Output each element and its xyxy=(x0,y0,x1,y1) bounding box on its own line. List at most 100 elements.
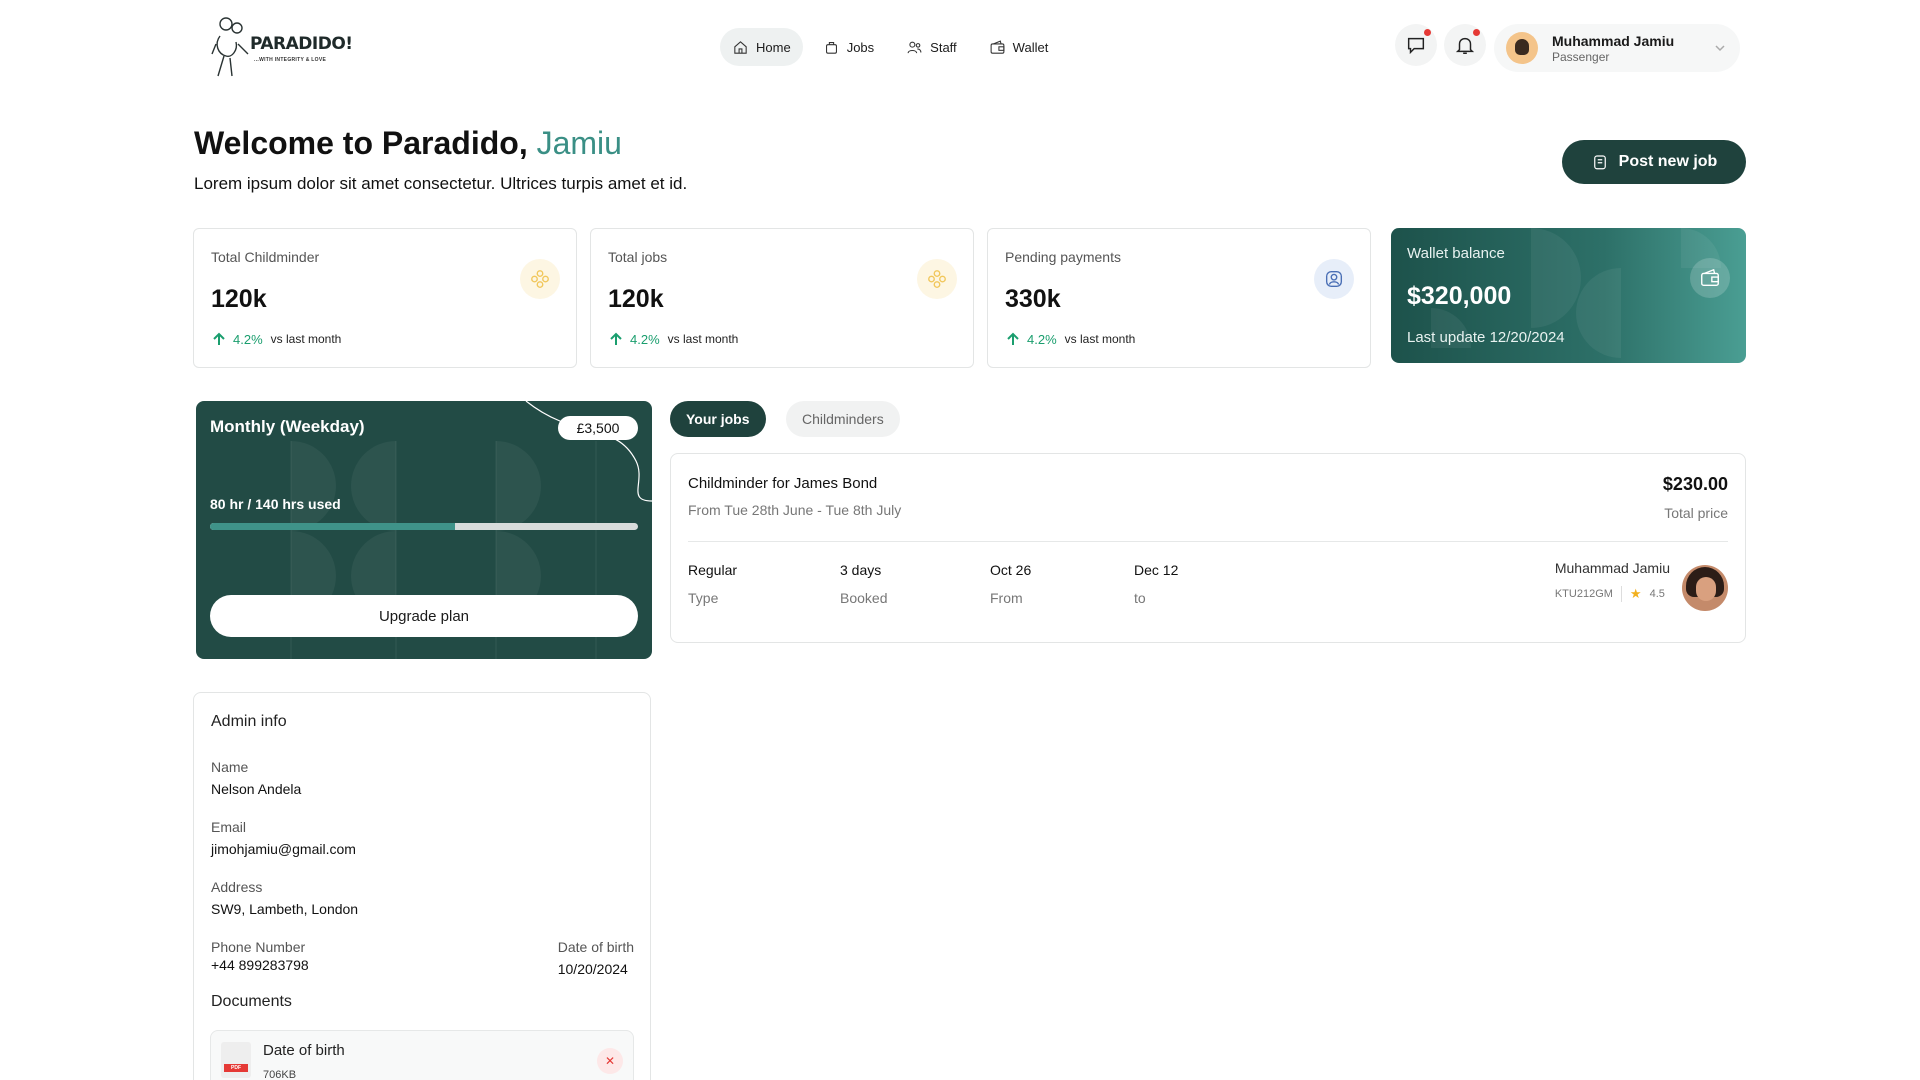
job-detail-value: Regular xyxy=(688,562,738,578)
brand-tagline: ...WITH INTEGRITY & LOVE xyxy=(254,57,327,63)
field-value: Nelson Andela xyxy=(211,781,302,797)
tab-your-jobs[interactable]: Your jobs xyxy=(670,401,766,437)
admin-field-email: Email jimohjamiu@gmail.com xyxy=(211,819,356,857)
wallet-balance-card: Wallet balance $320,000 Last update 12/2… xyxy=(1391,228,1746,363)
assignee-rating: 4.5 xyxy=(1649,588,1665,600)
field-value: +44 899283798 xyxy=(211,957,309,973)
arrow-up-icon xyxy=(1007,332,1019,345)
job-detail-type: Regular Type xyxy=(688,562,737,606)
stat-period: vs last month xyxy=(1064,332,1136,346)
job-detail-from: Oct 26 From xyxy=(990,562,1031,606)
stat-card-pending-payments: Pending payments 330k 4.2% vs last month xyxy=(987,228,1371,368)
admin-field-address: Address SW9, Lambeth, London xyxy=(211,879,358,917)
stat-change: 4.2% xyxy=(630,331,660,347)
nav-wallet-label: Wallet xyxy=(1012,39,1049,55)
page-title: Welcome to Paradido, Jamiu xyxy=(194,125,622,162)
divider xyxy=(1620,586,1622,602)
admin-info-heading: Admin info xyxy=(211,713,287,730)
admin-field-name: Name Nelson Andela xyxy=(211,759,301,797)
stat-trend: 4.2% vs last month xyxy=(211,331,341,347)
stat-label: Total jobs xyxy=(608,249,668,265)
flower-icon xyxy=(917,259,957,299)
nav-staff-label: Staff xyxy=(930,39,957,55)
stat-value: 120k xyxy=(608,285,664,313)
assignee-name: Muhammad Jamiu xyxy=(1554,560,1670,576)
nav-jobs[interactable]: Jobs xyxy=(811,28,886,66)
admin-field-phone: Phone Number +44 899283798 xyxy=(211,939,309,973)
assignee-code: KTU212GM xyxy=(1554,588,1613,600)
upgrade-plan-button[interactable]: Upgrade plan xyxy=(210,595,638,637)
arrow-up-icon xyxy=(610,332,622,345)
stat-value: 120k xyxy=(211,285,267,313)
nav-staff[interactable]: Staff xyxy=(894,28,969,66)
chevron-down-icon xyxy=(1714,41,1726,53)
avatar xyxy=(1506,32,1538,64)
stat-trend: 4.2% vs last month xyxy=(608,331,738,347)
field-value: SW9, Lambeth, London xyxy=(211,901,359,917)
job-detail-booked: 3 days Booked xyxy=(840,562,887,606)
job-detail-value: 3 days xyxy=(840,562,882,578)
nav-home[interactable]: Home xyxy=(720,28,803,66)
bell-icon xyxy=(1455,37,1475,54)
document-size: 706KB xyxy=(263,1069,297,1080)
job-detail-label: to xyxy=(1134,590,1146,606)
brand-name: PARADIDO! xyxy=(250,34,353,54)
job-assignee: Muhammad Jamiu KTU212GM ★ 4.5 xyxy=(1555,560,1670,602)
user-name: Muhammad Jamiu xyxy=(1552,32,1675,49)
admin-field-dob: Date of birth 10/20/2024 xyxy=(558,939,634,977)
stat-label: Total Childminder xyxy=(211,249,320,265)
welcome-prefix: Welcome to Paradido, xyxy=(194,125,528,161)
user-profile-menu[interactable]: Muhammad Jamiu Passenger xyxy=(1494,24,1740,72)
job-price: $230.00 xyxy=(1662,474,1728,494)
wallet-value: $320,000 xyxy=(1407,282,1512,310)
close-icon[interactable]: ✕ xyxy=(597,1048,623,1074)
flower-icon xyxy=(520,259,560,299)
notifications-button[interactable] xyxy=(1444,24,1486,66)
wallet-icon xyxy=(1690,258,1730,298)
brand-logo[interactable]: PARADIDO! ...WITH INTEGRITY & LOVE xyxy=(210,14,353,80)
plan-usage: 80 hr / 140 hrs used xyxy=(210,496,341,512)
messages-badge xyxy=(1424,29,1431,36)
notifications-badge xyxy=(1473,29,1480,36)
stat-period: vs last month xyxy=(270,332,342,346)
stat-value: 330k xyxy=(1005,285,1061,313)
tab-childminders[interactable]: Childminders xyxy=(786,401,900,437)
plan-title: Monthly (Weekday) xyxy=(210,417,365,436)
wallet-updated: Last update 12/20/2024 xyxy=(1407,329,1565,346)
job-dates: From Tue 28th June - Tue 8th July xyxy=(688,502,902,518)
stat-trend: 4.2% vs last month xyxy=(1005,331,1135,347)
plan-price-badge: £3,500 xyxy=(558,416,638,440)
field-label: Phone Number xyxy=(211,939,306,955)
subscription-plan-card: Monthly (Weekday) £3,500 80 hr / 140 hrs… xyxy=(196,401,652,659)
wallet-icon xyxy=(990,39,1005,54)
post-new-job-button[interactable]: Post new job xyxy=(1562,140,1746,184)
stat-label: Pending payments xyxy=(1005,249,1121,265)
documents-heading: Documents xyxy=(211,993,292,1010)
field-label: Email xyxy=(211,819,247,835)
field-label: Date of birth xyxy=(557,939,634,955)
messages-button[interactable] xyxy=(1395,24,1437,66)
field-label: Name xyxy=(211,759,249,775)
avatar[interactable] xyxy=(1682,565,1728,611)
job-detail-to: Dec 12 to xyxy=(1134,562,1178,606)
clipboard-icon xyxy=(1593,155,1606,170)
home-icon xyxy=(734,40,747,54)
job-card[interactable]: Childminder for James Bond From Tue 28th… xyxy=(670,453,1746,643)
stat-period: vs last month xyxy=(667,332,739,346)
user-card-icon xyxy=(1314,259,1354,299)
admin-info-card: Admin info Name Nelson Andela Email jimo… xyxy=(193,692,651,1080)
document-item[interactable]: PDF Date of birth 706KB ✕ xyxy=(210,1030,634,1080)
divider xyxy=(688,541,1728,542)
nav-wallet[interactable]: Wallet xyxy=(977,28,1061,66)
stat-card-total-jobs: Total jobs 120k 4.2% vs last month xyxy=(590,228,974,368)
post-new-job-label: Post new job xyxy=(1618,153,1718,170)
file-type: PDF xyxy=(224,1064,248,1072)
stat-change: 4.2% xyxy=(1027,331,1057,347)
job-price-label: Total price xyxy=(1664,505,1728,521)
page-subtitle: Lorem ipsum dolor sit amet consectetur. … xyxy=(194,174,688,193)
star-icon: ★ xyxy=(1629,586,1642,601)
pdf-file-icon: PDF xyxy=(221,1042,251,1078)
briefcase-icon xyxy=(825,41,837,54)
nav-jobs-label: Jobs xyxy=(846,39,875,55)
document-name: Date of birth xyxy=(263,1042,345,1059)
